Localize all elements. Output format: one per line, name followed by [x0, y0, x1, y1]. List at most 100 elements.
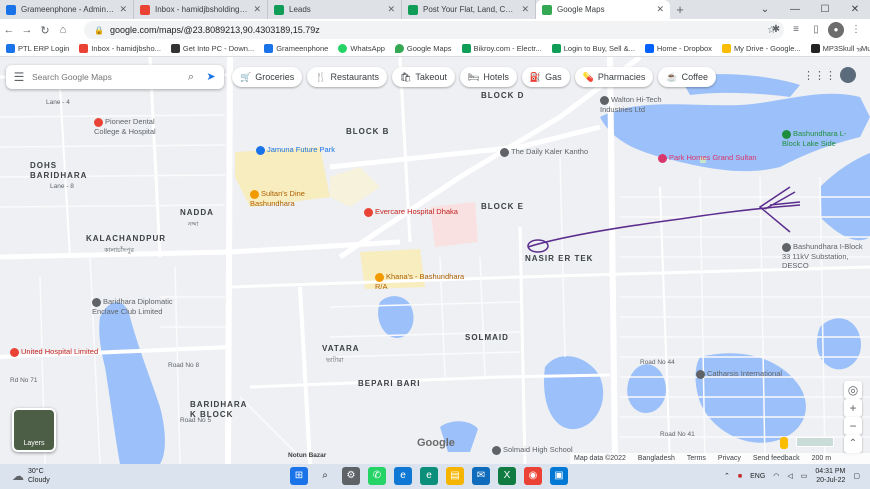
tab-search-icon[interactable]: ⌄ — [750, 0, 780, 19]
poi-sultans-dine[interactable]: Sultan's Dine Bashundhara — [250, 189, 320, 208]
whatsapp-icon[interactable]: ✆ — [368, 467, 386, 485]
tab-leads[interactable]: Leads ✕ — [268, 0, 402, 19]
chip-restaurants[interactable]: 🍴 Restaurants — [307, 67, 387, 87]
poi-jamuna-future-park[interactable]: Jamuna Future Park — [256, 145, 335, 155]
address-text[interactable]: google.com/maps/@23.8089213,90.4303189,1… — [110, 25, 320, 35]
account-avatar[interactable] — [840, 67, 856, 83]
poi-substation[interactable]: Bashundhara I-Block 33 11kV Substation, … — [782, 242, 868, 270]
layers-button[interactable]: Layers — [12, 408, 56, 452]
clock[interactable]: 04:31 PM 20-Jul-22 — [815, 467, 845, 485]
country-link[interactable]: Bangladesh — [638, 455, 675, 462]
chip-takeout[interactable]: 🛍 Takeout — [391, 67, 455, 87]
tray-overflow-icon[interactable]: ⌃ — [724, 472, 730, 480]
menu-kebab-icon[interactable]: ⋮ — [848, 22, 864, 38]
close-tab-icon[interactable]: ✕ — [656, 4, 664, 15]
minimize-icon[interactable]: — — [780, 0, 810, 19]
bookmark-google-maps[interactable]: Google Maps — [394, 44, 452, 53]
poi-catharsis[interactable]: Catharsis International — [696, 369, 782, 379]
hamburger-menu-icon[interactable]: ☰ — [6, 70, 32, 84]
pegman-icon[interactable] — [780, 437, 788, 449]
photos-icon[interactable]: ▣ — [550, 467, 568, 485]
search-icon[interactable]: ⌕ — [316, 467, 334, 485]
forward-icon[interactable]: → — [18, 24, 36, 36]
google-apps-icon[interactable]: ⋮⋮⋮ — [803, 69, 836, 82]
zoom-in-button[interactable]: + — [844, 399, 862, 417]
gmail-favicon-icon — [140, 4, 150, 15]
lock-icon[interactable]: 🔒 — [94, 26, 104, 35]
back-icon[interactable]: ← — [0, 24, 18, 36]
bookmark-bikroy[interactable]: Bikroy.com - Electr... — [461, 44, 542, 53]
edge-icon[interactable]: e — [394, 467, 412, 485]
close-tab-icon[interactable]: ✕ — [521, 4, 529, 15]
map-canvas[interactable]: BLOCK D BLOCK B BLOCK E NADDA নদ্দা KALA… — [0, 57, 870, 464]
mail-icon[interactable]: ✉ — [472, 467, 490, 485]
terms-link[interactable]: Terms — [687, 455, 706, 462]
settings-gear-icon[interactable]: ⚙ — [342, 467, 360, 485]
poi-kaler-kantho[interactable]: The Daily Kaler Kantho — [500, 147, 588, 157]
poi-walton[interactable]: Walton Hi-Tech Industries Ltd — [600, 95, 670, 114]
profile-avatar-icon[interactable]: ● — [828, 22, 844, 38]
tab-google-maps[interactable]: Google Maps ✕ — [536, 0, 670, 19]
extensions-icon[interactable]: ✱ — [768, 22, 784, 38]
bookmark-grameenphone[interactable]: Grameenphone — [264, 44, 328, 53]
send-feedback-link[interactable]: Send feedback — [753, 455, 800, 462]
privacy-link[interactable]: Privacy — [718, 455, 741, 462]
weather-widget[interactable]: ☁ 30°C Cloudy — [12, 467, 50, 485]
poi-solmaid-school[interactable]: Solmaid High School — [492, 445, 573, 455]
bookmark-login-buy[interactable]: Login to Buy, Sell &... — [551, 44, 635, 53]
chip-pharmacies[interactable]: 💊 Pharmacies — [574, 67, 654, 87]
zoom-out-button[interactable]: − — [844, 417, 862, 435]
address-bar[interactable]: 🔒 google.com/maps/@23.8089213,90.4303189… — [84, 21, 784, 39]
poi-diplomatic-club[interactable]: Baridhara Diplomatic Enclave Club Limite… — [92, 297, 180, 316]
tab-inbox[interactable]: Inbox - hamidjbsholdings@gmail✕ — [134, 0, 268, 19]
close-tab-icon[interactable]: ✕ — [253, 4, 261, 15]
bookmark-ptl-erp[interactable]: PTL ERP Login — [6, 44, 69, 53]
chip-groceries[interactable]: 🛒 Groceries — [232, 67, 303, 87]
poi-khanas[interactable]: Khana's - Bashundhara R/A — [375, 272, 465, 291]
maps-search-input[interactable] — [32, 72, 172, 82]
poi-evercare-hospital[interactable]: Evercare Hospital Dhaka — [364, 207, 458, 217]
close-window-icon[interactable]: ✕ — [840, 0, 870, 19]
battery-icon[interactable]: ▭ — [801, 472, 808, 480]
scale-bar[interactable]: 200 m — [812, 455, 831, 462]
bookmarks-overflow-icon[interactable]: » — [857, 44, 862, 54]
excel-icon[interactable]: X — [498, 467, 516, 485]
wifi-icon[interactable]: ◠ — [773, 472, 779, 480]
reload-icon[interactable]: ↻ — [36, 24, 54, 37]
close-tab-icon[interactable]: ✕ — [119, 4, 127, 15]
expand-imagery-icon[interactable]: ⌃ — [844, 435, 862, 453]
bookmark-getintopc[interactable]: Get Into PC - Down... — [170, 44, 254, 53]
poi-park-homes[interactable]: Park Homes Grand Sultan — [658, 153, 757, 163]
imagery-thumbnails[interactable] — [796, 437, 834, 447]
maps-search-box[interactable]: ☰ ⌕ ➤ — [6, 65, 224, 89]
bookmark-google-drive[interactable]: My Drive - Google... — [721, 44, 801, 53]
chrome-icon[interactable]: ◉ — [524, 467, 542, 485]
tab-post-flat[interactable]: Post Your Flat, Land, Commercial✕ — [402, 0, 536, 19]
antivirus-icon[interactable]: ■ — [738, 473, 742, 480]
new-tab-button[interactable]: + — [670, 0, 690, 19]
home-icon[interactable]: ⌂ — [54, 24, 72, 36]
my-location-icon[interactable]: ◎ — [844, 381, 862, 399]
side-panel-icon[interactable]: ▯ — [808, 22, 824, 38]
maximize-icon[interactable]: ☐ — [810, 0, 840, 19]
volume-icon[interactable]: ◁ — [787, 472, 792, 480]
reading-list-icon[interactable]: ≡ — [788, 22, 804, 38]
chip-hotels[interactable]: 🛏 Hotels — [459, 67, 517, 87]
windows-start-icon[interactable]: ⊞ — [290, 467, 308, 485]
bookmark-dropbox[interactable]: Home - Dropbox — [644, 44, 712, 53]
edge-icon[interactable]: e — [420, 467, 438, 485]
notifications-icon[interactable]: ▢ — [853, 472, 860, 480]
poi-lake-side[interactable]: Bashundhara L-Block Lake Side — [782, 129, 862, 148]
bookmark-inbox[interactable]: Inbox - hamidjbsho... — [79, 44, 161, 53]
poi-pioneer-dental[interactable]: Pioneer Dental College & Hospital — [94, 117, 174, 136]
poi-united-hospital[interactable]: United Hospital Limited — [10, 347, 98, 357]
chip-gas[interactable]: ⛽ Gas — [521, 67, 570, 87]
language-indicator[interactable]: ENG — [750, 473, 765, 480]
bookmark-whatsapp[interactable]: WhatsApp — [338, 44, 385, 53]
search-icon[interactable]: ⌕ — [188, 71, 194, 84]
close-tab-icon[interactable]: ✕ — [387, 4, 395, 15]
directions-icon[interactable]: ➤ — [202, 68, 220, 86]
file-explorer-icon[interactable]: ▤ — [446, 467, 464, 485]
tab-grameenphone[interactable]: Grameenphone - Administration✕ — [0, 0, 134, 19]
chip-coffee[interactable]: ☕ Coffee — [658, 67, 716, 87]
